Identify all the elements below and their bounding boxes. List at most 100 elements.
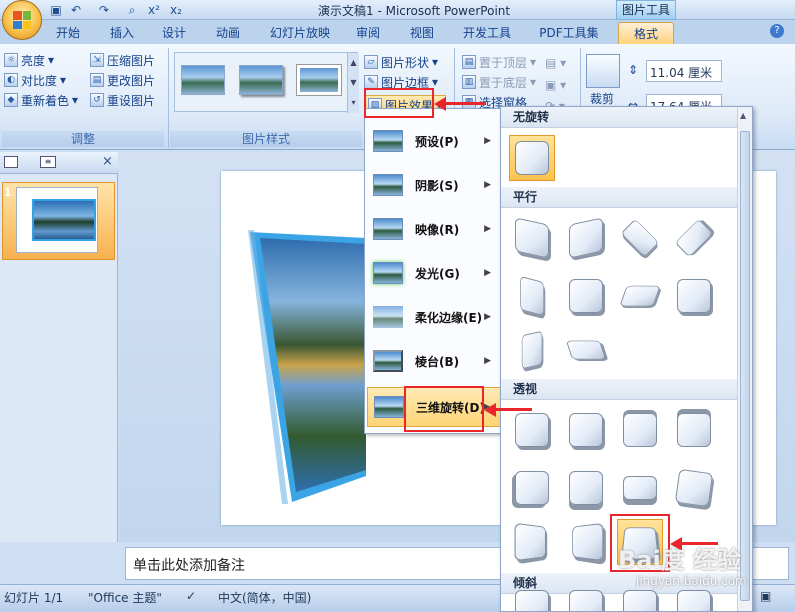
recolor-button[interactable]: ◆ 重新着色 ▾ bbox=[4, 90, 78, 110]
bring-front-icon: ▤ bbox=[462, 55, 476, 69]
tab-developer[interactable]: 开发工具 bbox=[454, 22, 520, 44]
crop-icon[interactable] bbox=[586, 54, 620, 88]
contrast-button[interactable]: ◐ 对比度 ▾ bbox=[4, 70, 78, 90]
rotation-perspective-option[interactable] bbox=[617, 465, 663, 511]
rotation-perspective-option[interactable] bbox=[563, 407, 609, 453]
gallery-scrollbar[interactable]: ▲ bbox=[737, 107, 752, 611]
picture-style-thumbnail[interactable] bbox=[181, 65, 225, 95]
save-icon[interactable]: ▣ bbox=[48, 2, 64, 18]
scroll-up-icon[interactable]: ▲ bbox=[740, 111, 746, 120]
rotation-oblique-option[interactable] bbox=[563, 590, 609, 611]
rotation-parallel-option[interactable] bbox=[671, 215, 717, 261]
menu-item-glow[interactable]: 发光(G) ▶ bbox=[367, 253, 501, 293]
tab-design[interactable]: 设计 bbox=[152, 22, 196, 44]
rotation-oblique-option[interactable] bbox=[509, 590, 555, 611]
tab-pdf-tools[interactable]: PDF工具集 bbox=[530, 22, 608, 44]
rotation-parallel-option[interactable] bbox=[509, 273, 555, 319]
rotation-perspective-option[interactable] bbox=[509, 465, 555, 511]
undo-icon[interactable]: ↶ bbox=[68, 2, 84, 18]
rotation-parallel-option[interactable] bbox=[617, 215, 663, 261]
view-normal-icon[interactable]: ▣ bbox=[760, 589, 771, 603]
rotation-preview bbox=[515, 590, 549, 611]
picture-shape-button[interactable]: ▱ 图片形状 ▾ bbox=[364, 52, 438, 72]
rotation-perspective-option[interactable] bbox=[617, 407, 663, 453]
rotation-perspective-option[interactable] bbox=[671, 407, 717, 453]
compress-label: 压缩图片 bbox=[107, 53, 156, 68]
language-status[interactable]: 中文(简体，中国) bbox=[218, 589, 311, 606]
rotation-perspective-option[interactable] bbox=[509, 407, 555, 453]
rotation-parallel-option[interactable] bbox=[563, 215, 609, 261]
help-icon[interactable]: ? bbox=[770, 24, 784, 38]
align-icon[interactable]: ▤ ▾ bbox=[545, 56, 566, 70]
rotation-parallel-option[interactable] bbox=[617, 273, 663, 319]
picture-styles-gallery[interactable]: ▲ ▼ ▾ bbox=[174, 52, 359, 113]
scroll-thumb[interactable] bbox=[740, 131, 750, 601]
rotation-parallel-option[interactable] bbox=[509, 327, 555, 373]
group-divider bbox=[168, 48, 169, 148]
subscript-icon[interactable]: x₂ bbox=[168, 2, 184, 18]
adjust-group-right: ⇲ 压缩图片 ▤ 更改图片 ↺ 重设图片 bbox=[90, 50, 155, 110]
tab-animation[interactable]: 动画 bbox=[206, 22, 250, 44]
print-preview-icon[interactable]: ⌕ bbox=[124, 2, 140, 18]
rotation-preview bbox=[677, 279, 711, 313]
reset-picture-button[interactable]: ↺ 重设图片 bbox=[90, 90, 155, 110]
compress-pictures-button[interactable]: ⇲ 压缩图片 bbox=[90, 50, 155, 70]
outline-tab-icon[interactable]: ≡ bbox=[40, 156, 56, 168]
rotation-parallel-option[interactable] bbox=[671, 273, 717, 319]
redo-icon[interactable]: ↷ bbox=[96, 2, 112, 18]
rotation-parallel-option[interactable] bbox=[509, 215, 555, 261]
bring-front-label: 置于顶层 bbox=[479, 55, 528, 70]
border-icon: ✎ bbox=[364, 75, 378, 89]
superscript-icon[interactable]: x² bbox=[146, 2, 162, 18]
rotation-oblique-option[interactable] bbox=[671, 590, 717, 611]
notes-placeholder[interactable]: 单击此处添加备注 bbox=[133, 555, 245, 575]
menu-item-preset[interactable]: 预设(P) ▶ bbox=[367, 121, 501, 161]
menu-item-reflection[interactable]: 映像(R) ▶ bbox=[367, 209, 501, 249]
gallery-scroll[interactable]: ▲ ▼ ▾ bbox=[347, 53, 359, 113]
rotation-parallel-option[interactable] bbox=[563, 327, 609, 373]
tab-home[interactable]: 开始 bbox=[46, 22, 90, 44]
slides-tab-icon[interactable] bbox=[4, 156, 18, 168]
menu-item-bevel[interactable]: 棱台(B) ▶ bbox=[367, 341, 501, 381]
tab-format[interactable]: 格式 bbox=[618, 22, 674, 44]
shape-icon: ▱ bbox=[364, 55, 378, 69]
menu-item-soft-edges[interactable]: 柔化边缘(E) ▶ bbox=[367, 297, 501, 337]
rotation-perspective-option[interactable] bbox=[671, 465, 717, 511]
contrast-icon: ◐ bbox=[4, 73, 18, 87]
change-picture-button[interactable]: ▤ 更改图片 bbox=[90, 70, 155, 90]
tab-view[interactable]: 视图 bbox=[400, 22, 444, 44]
group-objects-icon[interactable]: ▣ ▾ bbox=[545, 78, 566, 92]
menu-item-label: 发光(G) bbox=[415, 266, 460, 281]
send-to-back-button[interactable]: ▥ 置于底层 ▾ bbox=[462, 72, 536, 92]
rotation-parallel-option[interactable] bbox=[563, 273, 609, 319]
change-picture-icon: ▤ bbox=[90, 73, 104, 87]
submenu-arrow-icon: ▶ bbox=[484, 136, 491, 146]
rotation-oblique-option[interactable] bbox=[617, 590, 663, 611]
close-pane-icon[interactable]: × bbox=[102, 154, 113, 169]
send-back-icon: ▥ bbox=[462, 75, 476, 89]
theme-status[interactable]: "Office 主题" bbox=[88, 589, 162, 606]
height-input[interactable]: 11.04 厘米 bbox=[646, 60, 722, 82]
rotation-preview bbox=[619, 285, 661, 307]
brightness-button[interactable]: ☼ 亮度 ▾ bbox=[4, 50, 78, 70]
tab-insert[interactable]: 插入 bbox=[100, 22, 144, 44]
submenu-arrow-icon: ▶ bbox=[484, 356, 491, 366]
callout-arrow bbox=[496, 408, 532, 411]
rotation-perspective-option[interactable] bbox=[563, 465, 609, 511]
bring-to-front-button[interactable]: ▤ 置于顶层 ▾ bbox=[462, 52, 536, 72]
tab-review[interactable]: 审阅 bbox=[346, 22, 390, 44]
tab-slideshow[interactable]: 幻灯片放映 bbox=[262, 22, 338, 44]
rotation-none[interactable] bbox=[509, 135, 555, 181]
menu-item-shadow[interactable]: 阴影(S) ▶ bbox=[367, 165, 501, 205]
crop-label[interactable]: 裁剪 bbox=[590, 90, 614, 107]
picture-style-thumbnail[interactable] bbox=[296, 64, 342, 96]
picture-style-thumbnail[interactable] bbox=[239, 65, 283, 95]
slide-thumbnail-image bbox=[32, 199, 96, 241]
picture-shape-label: 图片形状 bbox=[381, 55, 430, 70]
rotation-perspective-option[interactable] bbox=[509, 519, 555, 565]
office-button[interactable] bbox=[2, 0, 42, 40]
spellcheck-icon[interactable]: ✓ bbox=[186, 589, 196, 603]
rotation-perspective-option[interactable] bbox=[563, 519, 609, 565]
shadow-icon bbox=[373, 174, 403, 196]
change-picture-label: 更改图片 bbox=[107, 73, 156, 88]
